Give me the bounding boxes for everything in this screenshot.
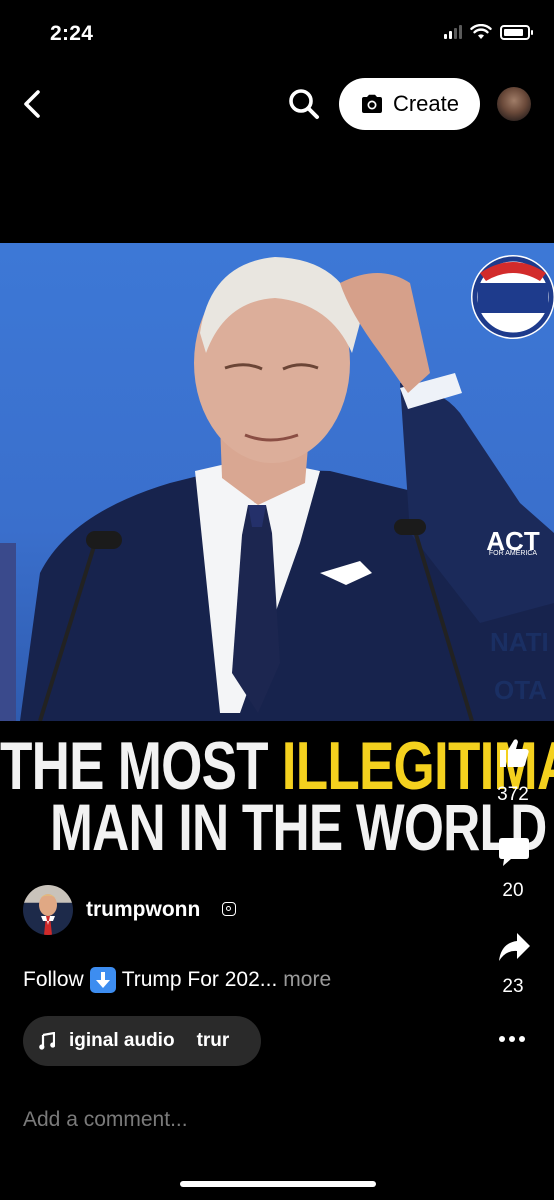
- home-indicator[interactable]: [180, 1181, 376, 1187]
- audio-label: iginal audio: [69, 1030, 175, 1051]
- share-icon[interactable]: [497, 930, 531, 964]
- post-description: Follow Trump For 202... more: [23, 967, 331, 993]
- instagram-icon: [222, 902, 236, 916]
- audio-artist: trur: [196, 1030, 230, 1051]
- description-prefix: Follow: [23, 968, 84, 991]
- video-frame-illustration: [0, 255, 554, 721]
- thumbs-up-icon[interactable]: [497, 736, 531, 770]
- author-username[interactable]: trumpwonn: [86, 898, 200, 922]
- background-sign-text-2: OTA: [494, 675, 547, 705]
- like-count: 372: [497, 784, 529, 805]
- act-logo-subtext: FOR AMERICA: [488, 550, 538, 557]
- music-note-icon: [39, 1032, 55, 1050]
- search-icon[interactable]: [286, 86, 322, 122]
- more-link[interactable]: more: [283, 968, 331, 992]
- status-icons: [444, 24, 533, 40]
- background-sign-text-1: NATI: [490, 627, 549, 657]
- description-text: Trump For 202...: [121, 968, 278, 991]
- comment-count: 20: [502, 880, 524, 901]
- cellular-signal-icon: [444, 25, 462, 39]
- comment-input[interactable]: Add a comment...: [23, 1108, 188, 1132]
- chevron-left-icon[interactable]: [18, 84, 48, 124]
- camera-icon: [361, 94, 382, 113]
- create-label: Create: [392, 91, 460, 116]
- video-caption: THE MOST ILLEGITIMATE MAN IN THE WORLD: [0, 721, 554, 855]
- audio-pill[interactable]: iginal audio trur: [23, 1016, 261, 1066]
- profile-avatar[interactable]: [497, 87, 531, 121]
- caption-line-2: MAN IN THE WORLD: [50, 790, 547, 855]
- wifi-icon: [470, 24, 492, 39]
- author-avatar[interactable]: [23, 885, 73, 935]
- video-player[interactable]: ACT FOR AMERICA NATI OTA: [0, 243, 554, 721]
- more-icon[interactable]: [499, 1034, 529, 1044]
- status-time: 2:24: [50, 22, 94, 45]
- create-button[interactable]: Create: [339, 78, 480, 130]
- down-arrow-emoji-icon: [89, 967, 116, 993]
- comment-icon[interactable]: [497, 834, 531, 868]
- battery-icon: [500, 24, 533, 40]
- share-count: 23: [502, 976, 524, 997]
